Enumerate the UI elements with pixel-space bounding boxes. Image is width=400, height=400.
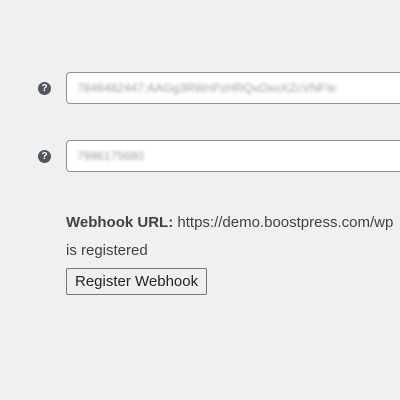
chat-id-value: 7996175680 [77,149,144,163]
help-icon[interactable]: ? [38,82,51,95]
chat-id-field[interactable]: 7996175680 [66,140,400,172]
settings-page: ? 7846482447:AAGg3RWnPzHRQxOxoXZcVNFIe ?… [0,0,400,400]
webhook-url-label: Webhook URL: [66,214,174,231]
webhook-url-row: Webhook URL: https://demo.boostpress.com… [66,214,393,231]
bot-token-field[interactable]: 7846482447:AAGg3RWnPzHRQxOxoXZcVNFIe [66,72,400,104]
webhook-url-value: https://demo.boostpress.com/wp [173,214,394,231]
webhook-status-text: is registered [66,242,148,259]
bot-token-value: 7846482447:AAGg3RWnPzHRQxOxoXZcVNFIe [77,81,337,95]
help-icon[interactable]: ? [38,150,51,163]
register-webhook-button[interactable]: Register Webhook [66,268,208,295]
